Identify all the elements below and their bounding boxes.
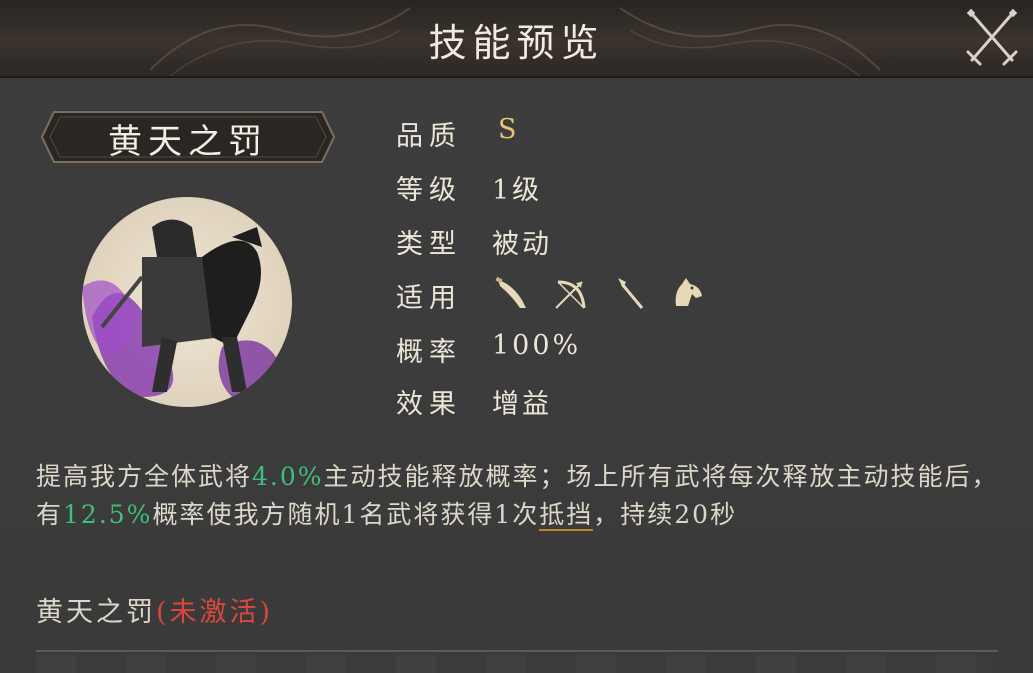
skill-description: 提高我方全体武将4.0%主动技能释放概率；场上所有武将每次释放主动技能后，有12… <box>36 458 1001 534</box>
horse-icon <box>675 278 702 306</box>
type-value: 被动 <box>492 229 552 260</box>
skill-name-plate: 黄天之罚 <box>40 110 336 164</box>
rate-label: 概率 <box>396 337 462 368</box>
status-skill-name: 黄天之罚 <box>36 597 156 628</box>
desc-text-4: ，持续20秒 <box>593 500 738 529</box>
rate-value: 100% <box>492 330 582 361</box>
applicable-weapon-icons <box>492 274 722 316</box>
page-title: 技能预览 <box>428 21 605 65</box>
desc-value-2: 12.5% <box>63 500 153 529</box>
close-button[interactable] <box>960 6 1024 70</box>
effect-label: 效果 <box>396 389 462 420</box>
cut-off-content <box>36 655 998 673</box>
bow-icon <box>555 280 586 309</box>
mounted-warrior-image <box>82 219 282 398</box>
skill-portrait <box>82 197 292 407</box>
type-label: 类型 <box>396 229 462 260</box>
desc-text-3: 概率使我方随机1名武将获得1次 <box>152 500 540 529</box>
quality-label: 品质 <box>396 121 462 152</box>
desc-value-1: 4.0% <box>252 462 324 491</box>
crossed-swords-icon <box>966 8 1018 66</box>
quality-value: S <box>498 114 520 145</box>
level-value: 1级 <box>492 175 543 206</box>
skill-status: 黄天之罚(未激活) <box>36 590 273 629</box>
title-bar: 技能预览 <box>0 0 1033 78</box>
blade-icon <box>495 276 526 308</box>
level-label: 等级 <box>396 175 462 206</box>
section-divider <box>36 650 998 652</box>
desc-keyword-link[interactable]: 抵挡 <box>539 500 594 531</box>
status-inactive-badge: (未激活) <box>156 597 274 628</box>
applicable-label: 适用 <box>396 283 462 314</box>
skill-name: 黄天之罚 <box>108 122 268 162</box>
effect-value: 增益 <box>492 389 552 420</box>
spear-icon <box>618 278 644 309</box>
desc-text-1: 提高我方全体武将 <box>36 462 253 491</box>
